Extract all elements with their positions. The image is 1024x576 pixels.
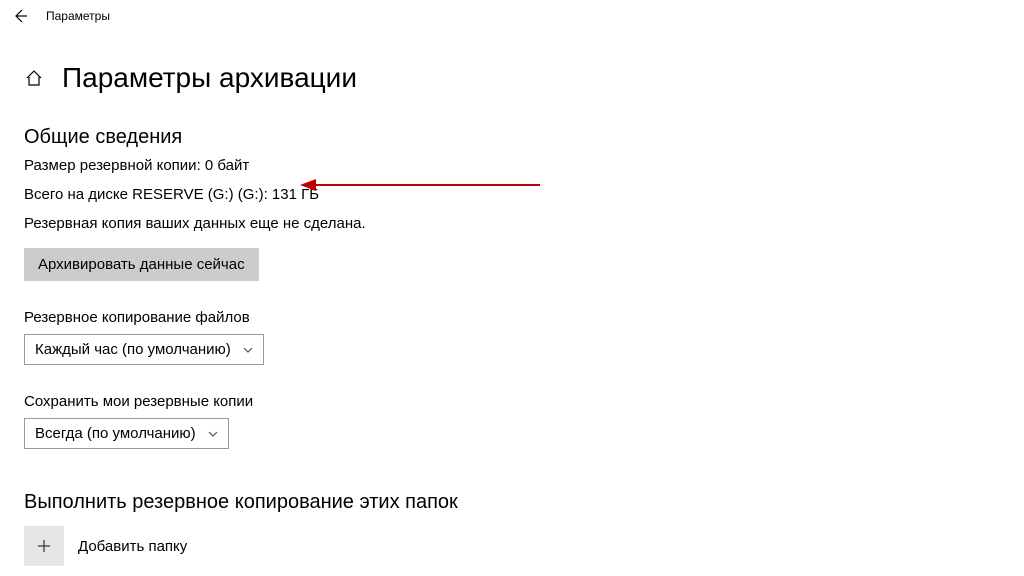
schedule-label: Резервное копирование файлов [24, 309, 1024, 326]
schedule-dropdown-value: Каждый час (по умолчанию) [35, 341, 231, 358]
add-folder-label: Добавить папку [78, 538, 187, 555]
chevron-down-icon [208, 429, 218, 439]
disk-space-text: Всего на диске RESERVE (G:) (G:): 131 ГБ [24, 184, 1024, 205]
titlebar: Параметры [0, 0, 1024, 32]
backup-size-text: Размер резервной копии: 0 байт [24, 155, 1024, 176]
back-arrow-icon[interactable] [12, 8, 28, 24]
content-area: Общие сведения Размер резервной копии: 0… [0, 94, 1024, 566]
schedule-dropdown[interactable]: Каждый час (по умолчанию) [24, 334, 264, 365]
backup-status-text: Резервная копия ваших данных еще не сдел… [24, 213, 1024, 234]
retention-group: Сохранить мои резервные копии Всегда (по… [24, 393, 1024, 449]
page-title: Параметры архивации [62, 62, 357, 94]
overview-heading: Общие сведения [24, 126, 1024, 149]
backup-now-button[interactable]: Архивировать данные сейчас [24, 248, 259, 281]
page-header: Параметры архивации [0, 32, 1024, 94]
home-icon[interactable] [24, 68, 44, 88]
titlebar-app-name: Параметры [46, 9, 110, 23]
plus-icon [24, 526, 64, 566]
retention-dropdown[interactable]: Всегда (по умолчанию) [24, 418, 229, 449]
retention-dropdown-value: Всегда (по умолчанию) [35, 425, 196, 442]
chevron-down-icon [243, 345, 253, 355]
schedule-group: Резервное копирование файлов Каждый час … [24, 309, 1024, 365]
folders-heading: Выполнить резервное копирование этих пап… [24, 491, 1024, 514]
add-folder-button[interactable]: Добавить папку [24, 526, 1024, 566]
retention-label: Сохранить мои резервные копии [24, 393, 1024, 410]
